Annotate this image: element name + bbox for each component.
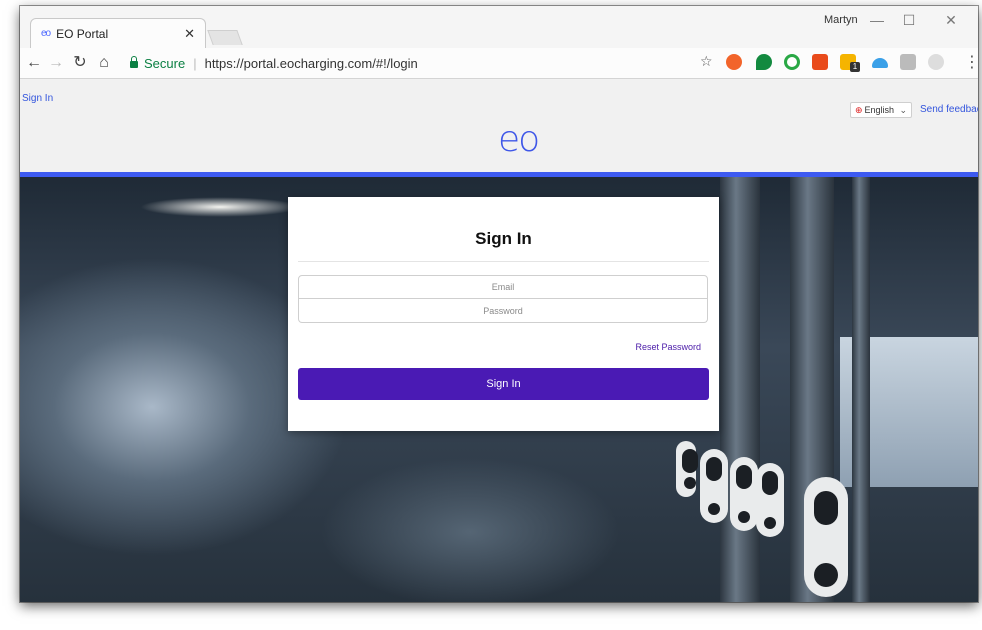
office-icon[interactable] [812, 54, 828, 70]
signin-title: Sign In [475, 229, 532, 248]
lock-icon [130, 55, 138, 68]
pillar [852, 177, 870, 602]
site-header: Sign In ⊕ English ⌄ Send feedback eo [20, 79, 978, 176]
charger-unit [730, 457, 758, 531]
send-feedback-link[interactable]: Send feedback [920, 104, 978, 115]
bookmark-star-icon[interactable]: ☆ [700, 53, 713, 70]
tab-eo-portal[interactable]: eo EO Portal ✕ [30, 18, 206, 48]
charger-unit [676, 441, 698, 497]
charger-unit [700, 449, 728, 523]
signin-button[interactable]: Sign In [298, 368, 709, 400]
charger-unit [756, 463, 784, 537]
back-icon[interactable]: ← [24, 53, 44, 73]
tab-title: EO Portal [56, 26, 109, 41]
extension-gray-icon[interactable] [900, 54, 916, 70]
cloud-icon[interactable] [872, 58, 888, 68]
menu-icon[interactable]: ⋮ [964, 52, 978, 72]
reload-icon[interactable]: ↻ [70, 53, 90, 73]
close-tab-icon[interactable]: ✕ [184, 26, 195, 42]
blurred-car [320, 457, 620, 602]
header-signin-link[interactable]: Sign In [22, 93, 53, 104]
flag-icon: ⊕ [855, 104, 863, 115]
forward-icon[interactable]: → [46, 53, 66, 73]
secure-label: Secure [144, 55, 186, 71]
separator: | [193, 55, 197, 71]
eo-favicon-icon: eo [41, 28, 51, 39]
ceiling-light [140, 197, 300, 217]
home-icon[interactable]: ⌂ [94, 53, 114, 73]
maximize-icon[interactable]: ☐ [894, 10, 924, 30]
extension-light-icon[interactable] [928, 54, 944, 70]
tab-strip: eo EO Portal ✕ Martyn — ☐ ✕ [20, 6, 978, 48]
signin-card: Sign In Reset Password Sign In [288, 197, 719, 431]
password-field[interactable] [298, 299, 708, 323]
extension-badge: 1 [850, 62, 860, 72]
url-text: https://portal.eocharging.com/#!/login [204, 55, 418, 71]
divider [298, 261, 709, 262]
page-content: Sign In ⊕ English ⌄ Send feedback eo [20, 79, 978, 602]
eo-logo: eo [498, 119, 540, 160]
language-value: English [864, 105, 895, 115]
new-tab-button[interactable] [207, 30, 243, 45]
reset-password-link[interactable]: Reset Password [635, 342, 701, 352]
extension-orange-icon[interactable] [726, 54, 742, 70]
charger-unit [804, 477, 848, 597]
pillar [720, 177, 760, 602]
profile-name[interactable]: Martyn [824, 14, 858, 26]
chevron-down-icon: ⌄ [899, 104, 907, 115]
browser-window: eo EO Portal ✕ Martyn — ☐ ✕ ← → ↻ ⌂ Secu… [20, 6, 978, 602]
extension-green-leaf-icon[interactable] [756, 54, 772, 70]
close-window-icon[interactable]: ✕ [936, 10, 966, 30]
address-bar[interactable]: Secure | https://portal.eocharging.com/#… [130, 52, 720, 74]
extension-green-circle-icon[interactable] [784, 54, 800, 70]
email-field[interactable] [298, 275, 708, 299]
language-select[interactable]: ⊕ English ⌄ [850, 102, 912, 118]
browser-toolbar: ← → ↻ ⌂ Secure | https://portal.eochargi… [20, 48, 978, 79]
minimize-icon[interactable]: — [862, 10, 892, 30]
